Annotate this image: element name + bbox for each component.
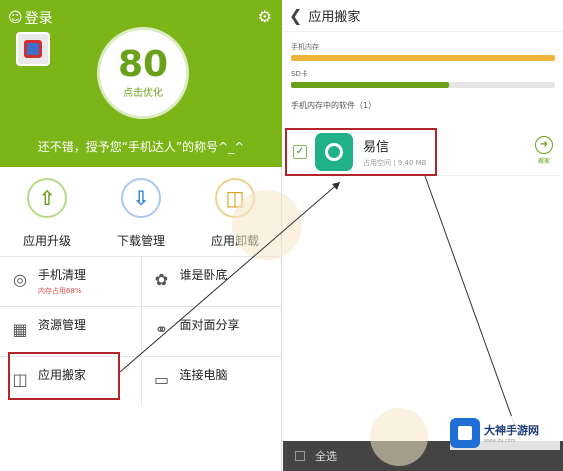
annotation-arrowhead xyxy=(332,182,340,190)
site-watermark: 大神手游网 www.ds.com xyxy=(450,416,560,450)
annotation-arrows xyxy=(119,175,521,441)
annotation-arrow-line xyxy=(119,181,341,373)
site-logo xyxy=(450,418,480,448)
annotation-arrow-line xyxy=(424,175,521,441)
site-url: www.ds.com xyxy=(484,438,516,444)
site-name: 大神手游网 xyxy=(484,424,539,437)
